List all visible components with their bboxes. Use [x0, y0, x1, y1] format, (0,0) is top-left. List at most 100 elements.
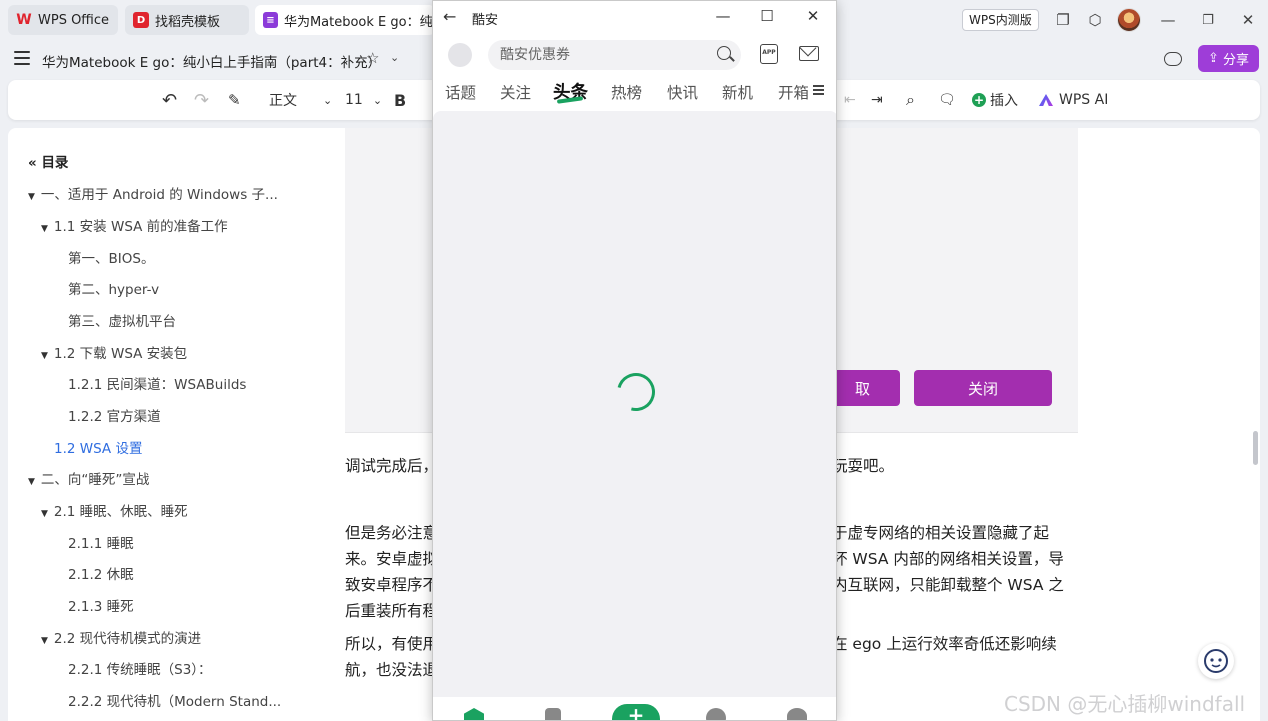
- close-icon[interactable]: ✕: [1238, 10, 1258, 30]
- paragraph-text: 但是务必注意: [345, 524, 439, 542]
- paragraph-text: 在 ego 上运行效率奇低还影响续: [832, 635, 1057, 653]
- assistant-mascot-icon[interactable]: [1198, 643, 1234, 679]
- profile-icon[interactable]: [787, 708, 807, 720]
- search-icon[interactable]: ⌕: [906, 80, 915, 120]
- toc-item[interactable]: ▼ 1.2 下载 WSA 安装包: [41, 342, 187, 362]
- toc-item[interactable]: 2.1.2 休眠: [68, 563, 134, 583]
- toc-item-label: 1.1 安装 WSA 前的准备工作: [53, 219, 228, 235]
- toc-item[interactable]: 第二、hyper-v: [68, 278, 159, 298]
- search-icon[interactable]: [717, 46, 731, 60]
- maximize-icon[interactable]: ☐: [757, 7, 777, 25]
- tab-menu-icon[interactable]: [813, 85, 824, 95]
- tab-topics[interactable]: 话题: [445, 81, 476, 103]
- decrease-indent-icon[interactable]: ⇤: [844, 80, 856, 120]
- minimize-icon[interactable]: —: [713, 7, 733, 25]
- toc-item[interactable]: 1.2.1 民间渠道：WSABuilds: [68, 373, 246, 393]
- tab-label: WPS Office: [38, 12, 110, 28]
- device-icon[interactable]: [545, 708, 561, 720]
- toc-item[interactable]: 第一、BIOS。: [68, 247, 154, 267]
- wps-logo-icon: W: [16, 12, 32, 28]
- redo-icon[interactable]: ↷: [194, 80, 209, 120]
- style-select[interactable]: 正文 ⌄: [269, 80, 332, 120]
- toc-item[interactable]: ▼ 二、向“睡死”宣战: [28, 468, 149, 488]
- triangle-down-icon[interactable]: ▼: [41, 636, 48, 646]
- tab-wps-office[interactable]: W WPS Office: [8, 5, 118, 35]
- chevron-down-icon[interactable]: ⌄: [390, 51, 399, 64]
- coolapk-titlebar: ← 酷安 — ☐ ✕: [433, 1, 836, 34]
- undo-icon[interactable]: ↶: [162, 80, 177, 120]
- search-placeholder: 酷安优惠券: [500, 47, 570, 63]
- doc-icon: ≡: [263, 12, 278, 28]
- discover-icon[interactable]: [706, 708, 726, 720]
- tab-find-templates[interactable]: D 找稻壳模板: [125, 5, 249, 35]
- tab-trending[interactable]: 热榜: [611, 81, 642, 103]
- menu-icon[interactable]: [14, 51, 30, 65]
- toc-item[interactable]: 2.2.2 现代待机（Modern Stand...: [68, 690, 281, 710]
- toc-title[interactable]: « 目录: [28, 151, 68, 171]
- wps-beta-badge[interactable]: WPS内测版: [962, 9, 1039, 31]
- share-icon: ⇪: [1208, 51, 1219, 66]
- chevron-down-icon: ⌄: [323, 93, 333, 107]
- insert-button[interactable]: + 插入: [972, 80, 1018, 120]
- tab-label: 华为Matebook E go：纯小: [283, 14, 435, 30]
- app-store-icon[interactable]: APP: [760, 44, 778, 64]
- toc-item[interactable]: ▼ 2.1 睡眠、休眠、睡死: [41, 500, 188, 520]
- font-size-value: 11: [345, 92, 363, 108]
- tab-unboxing[interactable]: 开箱: [778, 81, 808, 103]
- document-title[interactable]: 华为Matebook E go：纯小白上手指南（part4：补充）: [42, 51, 381, 71]
- share-button[interactable]: ⇪ 分享: [1198, 45, 1259, 72]
- triangle-down-icon[interactable]: ▼: [41, 224, 48, 234]
- triangle-down-icon[interactable]: ▼: [41, 509, 48, 519]
- toc-item[interactable]: 1.2.2 官方渠道: [68, 405, 161, 425]
- toc-item[interactable]: 2.1.1 睡眠: [68, 532, 134, 552]
- bold-button[interactable]: B: [394, 80, 406, 120]
- restore-icon[interactable]: ❐: [1198, 10, 1218, 30]
- scrollbar-thumb[interactable]: [1253, 431, 1258, 465]
- paragraph-text: 来。安卓虚拟: [345, 550, 439, 568]
- tab-document[interactable]: ≡ 华为Matebook E go：纯小: [255, 5, 435, 35]
- paragraph-text: 玩耍吧。: [832, 457, 895, 475]
- toc-item[interactable]: 第三、虚拟机平台: [68, 310, 176, 330]
- format-painter-icon[interactable]: ✎: [228, 80, 241, 120]
- cube-icon[interactable]: ⬡: [1085, 10, 1105, 30]
- tab-new-devices[interactable]: 新机: [722, 81, 753, 103]
- close-icon[interactable]: ✕: [803, 7, 823, 25]
- paragraph-text: 于虚专网络的相关设置隐藏了起: [832, 524, 1050, 542]
- add-post-button[interactable]: +: [612, 704, 660, 720]
- toc-item[interactable]: ▼ 一、适用于 Android 的 Windows 子...: [28, 183, 278, 203]
- window-layout-icon[interactable]: ❐: [1053, 10, 1073, 30]
- triangle-down-icon[interactable]: ▼: [28, 477, 35, 487]
- toc-item-label: 1.2 下载 WSA 安装包: [53, 346, 188, 362]
- comment-icon[interactable]: 🗨: [938, 80, 956, 120]
- toc-item[interactable]: 2.1.3 睡死: [68, 595, 134, 615]
- triangle-down-icon[interactable]: ▼: [28, 192, 35, 202]
- paragraph-text: 调试完成后，: [345, 457, 439, 475]
- user-avatar-icon[interactable]: [448, 43, 472, 67]
- triangle-down-icon[interactable]: ▼: [41, 351, 48, 361]
- collapse-icon[interactable]: «: [28, 155, 37, 171]
- avatar[interactable]: [1117, 8, 1141, 32]
- wps-ai-button[interactable]: WPS AI: [1039, 80, 1108, 120]
- font-size-select[interactable]: 11 ⌄: [345, 80, 382, 120]
- minimize-icon[interactable]: —: [1158, 10, 1178, 30]
- coolapk-window: ← 酷安 — ☐ ✕ 酷安优惠券 APP 话题 关注 头条 热榜 快讯 新机 开…: [432, 0, 837, 721]
- tab-follow[interactable]: 关注: [500, 81, 531, 103]
- toc-item-active[interactable]: 1.2 WSA 设置: [54, 437, 142, 457]
- search-input[interactable]: 酷安优惠券: [488, 40, 741, 70]
- paragraph-text: 内互联网，只能卸载整个 WSA 之: [832, 576, 1064, 594]
- chevron-down-icon: ⌄: [372, 93, 383, 107]
- toc-item[interactable]: ▼ 2.2 现代待机模式的演进: [41, 627, 201, 647]
- toc-item[interactable]: ▼ 1.1 安装 WSA 前的准备工作: [41, 215, 228, 235]
- loading-spinner-icon: [610, 366, 662, 418]
- tab-news-flash[interactable]: 快讯: [667, 81, 698, 103]
- feed-content[interactable]: [433, 111, 836, 697]
- back-arrow-icon[interactable]: ←: [443, 7, 456, 26]
- star-icon[interactable]: ☆: [366, 49, 379, 67]
- mail-icon[interactable]: [799, 46, 819, 61]
- toc-title-label: 目录: [41, 155, 69, 171]
- cloud-sync-icon[interactable]: [1164, 52, 1182, 66]
- increase-indent-icon[interactable]: ⇥: [871, 80, 883, 120]
- paragraph-text: 所以，有使用: [345, 635, 439, 653]
- toc-item[interactable]: 2.2.1 传统睡眠（S3）：: [68, 658, 212, 678]
- share-label: 分享: [1222, 53, 1249, 68]
